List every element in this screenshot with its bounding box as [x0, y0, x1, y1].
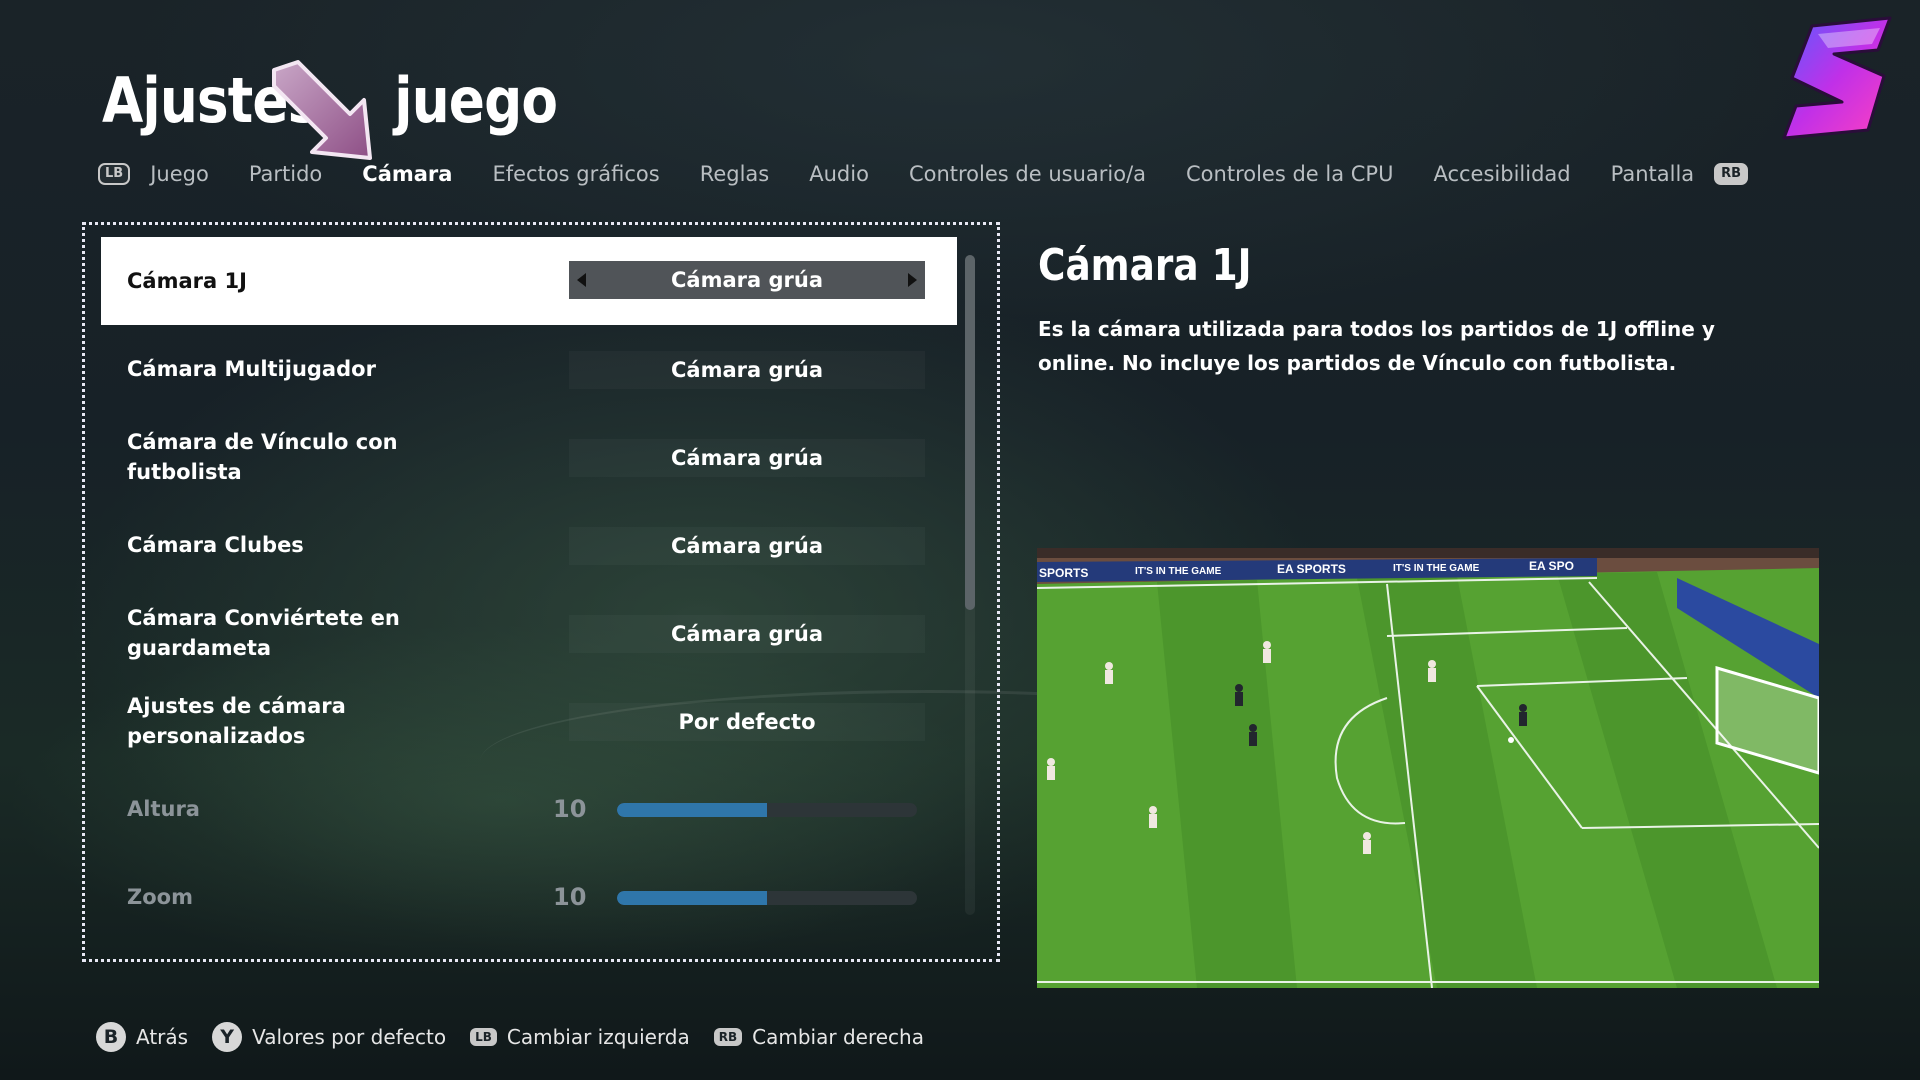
slider-row-zoom[interactable]: Zoom 10 [101, 853, 957, 941]
settings-panel: Cámara 1J Cámara grúa Cámara Multijugado… [82, 222, 1000, 962]
switch-left-label: Cambiar izquierda [506, 1025, 690, 1049]
setting-label: Ajustes de cámara personalizados [127, 694, 346, 748]
setting-label: Cámara 1J [127, 269, 247, 293]
ad-board-text: SPORTS [1039, 566, 1088, 580]
scrollbar[interactable] [965, 255, 975, 915]
slider-row-altura[interactable]: Altura 10 [101, 765, 957, 853]
page-title-right: juego [394, 64, 558, 137]
setting-value[interactable]: Cámara grúa [569, 351, 925, 389]
footer-controls: B Atrás Y Valores por defecto LB Cambiar… [96, 1022, 948, 1052]
setting-row-camara-multijugador[interactable]: Cámara Multijugador Cámara grúa [101, 325, 957, 413]
tab-controles-usuario[interactable]: Controles de usuario/a [909, 162, 1146, 186]
slider-label: Altura [127, 797, 200, 821]
slider-value: 10 [553, 883, 587, 911]
setting-label: Cámara Conviértete en guardameta [127, 606, 400, 660]
setting-row-camara-guardameta[interactable]: Cámara Conviértete en guardameta Cámara … [101, 589, 957, 677]
setting-value[interactable]: Cámara grúa [569, 615, 925, 653]
setting-value[interactable]: Cámara grúa [569, 439, 925, 477]
scrollbar-thumb[interactable] [965, 255, 975, 610]
ad-board-text: EA SPO [1529, 559, 1574, 573]
slider-fill [617, 891, 767, 905]
setting-label: Cámara Clubes [127, 533, 304, 557]
arrow-left-icon[interactable] [577, 273, 586, 287]
zoom-slider[interactable] [617, 891, 917, 905]
brand-logo-icon [1782, 16, 1892, 140]
camera-preview-image: SPORTS IT'S IN THE GAME EA SPORTS IT'S I… [1037, 548, 1819, 988]
slider-label: Zoom [127, 885, 193, 909]
setting-row-camara-personalizados[interactable]: Ajustes de cámara personalizados Por def… [101, 677, 957, 765]
back-button[interactable]: B Atrás [96, 1022, 188, 1052]
lb-button-icon: LB [470, 1028, 497, 1046]
tab-accesibilidad[interactable]: Accesibilidad [1433, 162, 1570, 186]
setting-value-selector[interactable]: Cámara grúa [569, 261, 925, 299]
defaults-button[interactable]: Y Valores por defecto [212, 1022, 446, 1052]
category-tabs: LB Juego Partido Cámara Efectos gráficos… [98, 158, 1749, 190]
setting-row-camara-vinculo[interactable]: Cámara de Vínculo con futbolista Cámara … [101, 413, 957, 501]
setting-row-camara-1j[interactable]: Cámara 1J Cámara grúa [101, 237, 957, 325]
altura-slider[interactable] [617, 803, 917, 817]
tab-partido[interactable]: Partido [249, 162, 322, 186]
setting-value: Cámara grúa [671, 268, 823, 292]
tab-audio[interactable]: Audio [809, 162, 869, 186]
rb-button-icon: RB [713, 1028, 743, 1046]
tab-efectos-graficos[interactable]: Efectos gráficos [492, 162, 659, 186]
tab-reglas[interactable]: Reglas [700, 162, 770, 186]
slider-value: 10 [553, 795, 587, 823]
lb-bumper-icon[interactable]: LB [98, 163, 131, 185]
switch-left-button[interactable]: LB Cambiar izquierda [470, 1025, 690, 1049]
setting-label: Cámara de Vínculo con futbolista [127, 430, 398, 484]
setting-value[interactable]: Cámara grúa [569, 527, 925, 565]
info-description: Es la cámara utilizada para todos los pa… [1038, 317, 1715, 375]
tab-camara[interactable]: Cámara [362, 162, 452, 186]
b-button-icon: B [96, 1022, 126, 1052]
slider-fill [617, 803, 767, 817]
tab-controles-cpu[interactable]: Controles de la CPU [1186, 162, 1393, 186]
ad-board-text: EA SPORTS [1277, 562, 1346, 576]
info-title: Cámara 1J [1038, 240, 1252, 291]
rb-bumper-icon[interactable]: RB [1714, 163, 1749, 185]
arrow-right-icon[interactable] [908, 273, 917, 287]
defaults-label: Valores por defecto [252, 1025, 447, 1049]
setting-value[interactable]: Por defecto [569, 703, 925, 741]
y-button-icon: Y [212, 1022, 243, 1052]
cursor-arrow-icon [272, 60, 372, 160]
tab-juego[interactable]: Juego [150, 162, 209, 186]
switch-right-button[interactable]: RB Cambiar derecha [713, 1025, 924, 1049]
setting-row-camara-clubes[interactable]: Cámara Clubes Cámara grúa [101, 501, 957, 589]
ad-board-text: IT'S IN THE GAME [1135, 566, 1222, 577]
back-label: Atrás [136, 1025, 189, 1049]
switch-right-label: Cambiar derecha [752, 1025, 924, 1049]
setting-label: Cámara Multijugador [127, 357, 376, 381]
ad-board-text: IT'S IN THE GAME [1393, 563, 1480, 574]
tab-pantalla[interactable]: Pantalla [1611, 162, 1695, 186]
